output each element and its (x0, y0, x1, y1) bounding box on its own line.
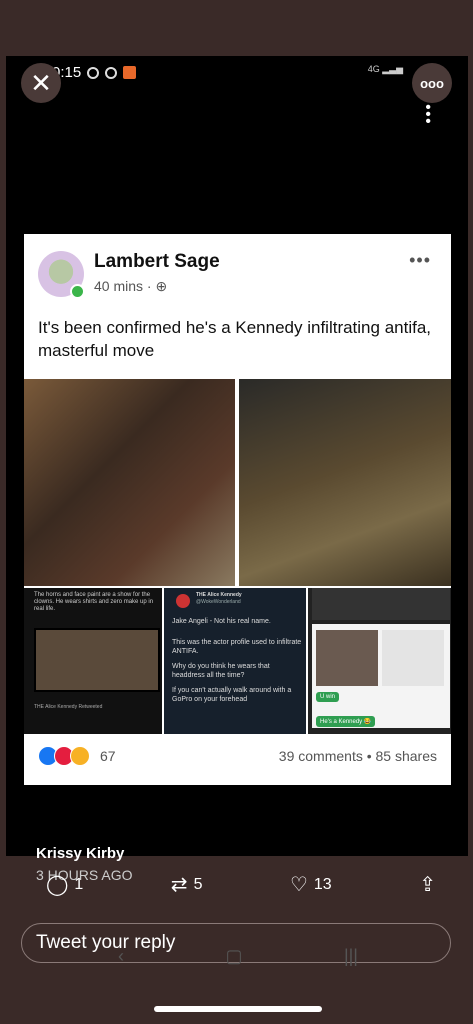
heart-icon: ♡ (289, 874, 308, 896)
reply-count: 1 (74, 875, 84, 893)
post-time-label: 40 mins · (94, 278, 156, 294)
tweet-name: THE Alice Kennedy (196, 592, 242, 598)
post-text: It's been confirmed he's a Kennedy infil… (38, 318, 432, 360)
more-dots-icon: ooo (420, 75, 444, 91)
globe-icon: ⊕ (155, 278, 168, 294)
chat-header (312, 588, 450, 620)
close-icon: ✕ (30, 67, 52, 98)
more-options-button[interactable]: ooo (412, 63, 452, 103)
close-button[interactable]: ✕ (21, 63, 61, 103)
tweet-line: If you can't actually walk around with a… (172, 687, 292, 703)
like-count: 13 (313, 875, 332, 893)
post-time: 40 mins · ⊕ (94, 278, 167, 295)
back-nav-icon[interactable]: ‹ (118, 946, 124, 967)
chat-message-image (382, 630, 444, 686)
tweet-author[interactable]: Krissy Kirby (36, 845, 124, 862)
home-indicator[interactable] (154, 1006, 322, 1012)
recents-nav-icon[interactable]: ||| (344, 946, 358, 967)
tweet-line: Why do you think he wears that headdress… (172, 663, 270, 679)
collage-photo-capitol (24, 379, 235, 586)
comments-shares[interactable]: 39 comments • 85 shares (279, 748, 437, 764)
share-icon: ⇪ (419, 874, 436, 896)
collage-caption: The horns and face paint are a show for … (34, 592, 154, 612)
like-button[interactable]: ♡ 13 (290, 872, 332, 897)
signal-icon: 4G ▂▃▅ (367, 64, 403, 74)
wow-icon (70, 746, 90, 766)
reply-button[interactable]: ◯ 1 (46, 872, 83, 897)
tweet-avatar (176, 594, 190, 608)
tweet-body: Jake Angeli - Not his real name. This wa… (172, 617, 302, 704)
android-nav-bar: ‹ ▢ ||| (118, 946, 358, 967)
app-notification-icon (123, 66, 137, 79)
chat-photo (316, 630, 378, 686)
tweet-line: Jake Angeli - Not his real name. (172, 618, 271, 625)
messenger-icon (87, 66, 100, 79)
retweet-icon: ⇄ (170, 874, 188, 896)
share-button[interactable]: ⇪ (419, 872, 436, 897)
online-status-dot (70, 284, 85, 299)
home-nav-icon[interactable]: ▢ (225, 946, 242, 967)
tweet-line: This was the actor profile used to infil… (172, 639, 302, 655)
reaction-icons[interactable] (38, 746, 90, 766)
post-author[interactable]: Lambert Sage (94, 251, 220, 273)
collage-couple-photo (34, 628, 160, 692)
viewer-top-bar (0, 0, 473, 56)
retweet-button[interactable]: ⇄ 5 (171, 872, 203, 897)
reply-icon: ◯ (46, 874, 69, 896)
collage-retweet-meta: THE Alice Kennedy Retweeted (34, 704, 103, 710)
status-bar: 0:15 (52, 64, 137, 81)
tweet-handle: @WokeWonderland (196, 599, 241, 605)
vertical-dots-icon: • • • (425, 99, 431, 130)
tweet-actions: ◯ 1 ⇄ 5 ♡ 13 ⇪ (46, 872, 436, 897)
chat-bubble: U win (316, 692, 340, 702)
reaction-count[interactable]: 67 (100, 748, 116, 764)
chat-bubble: He's a Kennedy 😂 (316, 716, 376, 727)
collage-photo-soldier (239, 379, 451, 586)
facebook-post-card: Lambert Sage 40 mins · ⊕ ••• It's been c… (24, 234, 451, 785)
facebook-icon (105, 66, 118, 79)
network-label: 4G (367, 64, 380, 74)
retweet-count: 5 (193, 875, 203, 893)
post-more-icon[interactable]: ••• (409, 250, 431, 271)
